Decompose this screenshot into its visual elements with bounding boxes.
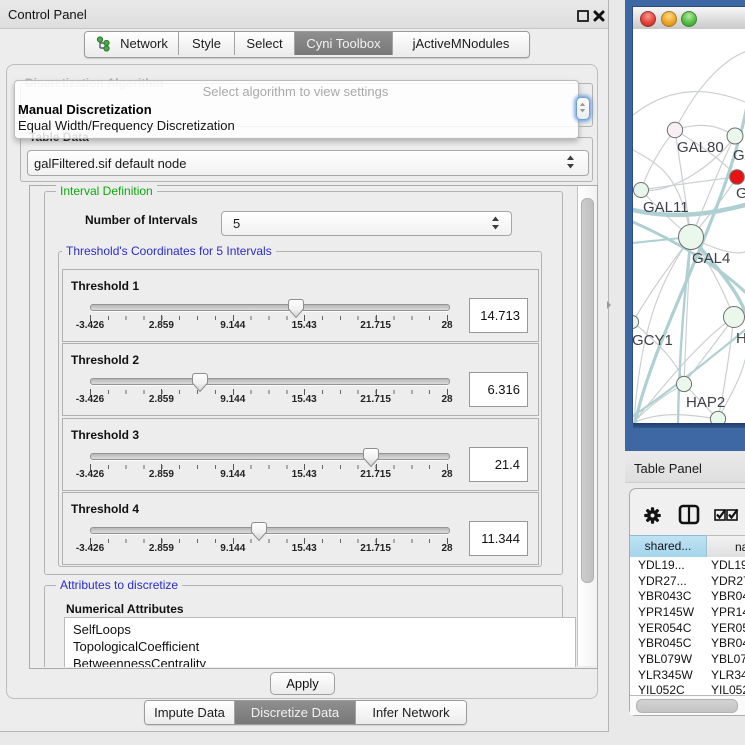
svg-text:GA: GA (733, 147, 745, 164)
svg-text:GC: GC (736, 185, 745, 202)
svg-text:GAL4: GAL4 (692, 250, 730, 267)
svg-text:GAL80: GAL80 (677, 139, 724, 156)
svg-text:GAL11: GAL11 (643, 199, 689, 216)
svg-text:HAP2: HAP2 (686, 394, 725, 411)
svg-text:H: H (736, 330, 745, 347)
svg-text:GCY1: GCY1 (633, 332, 673, 349)
